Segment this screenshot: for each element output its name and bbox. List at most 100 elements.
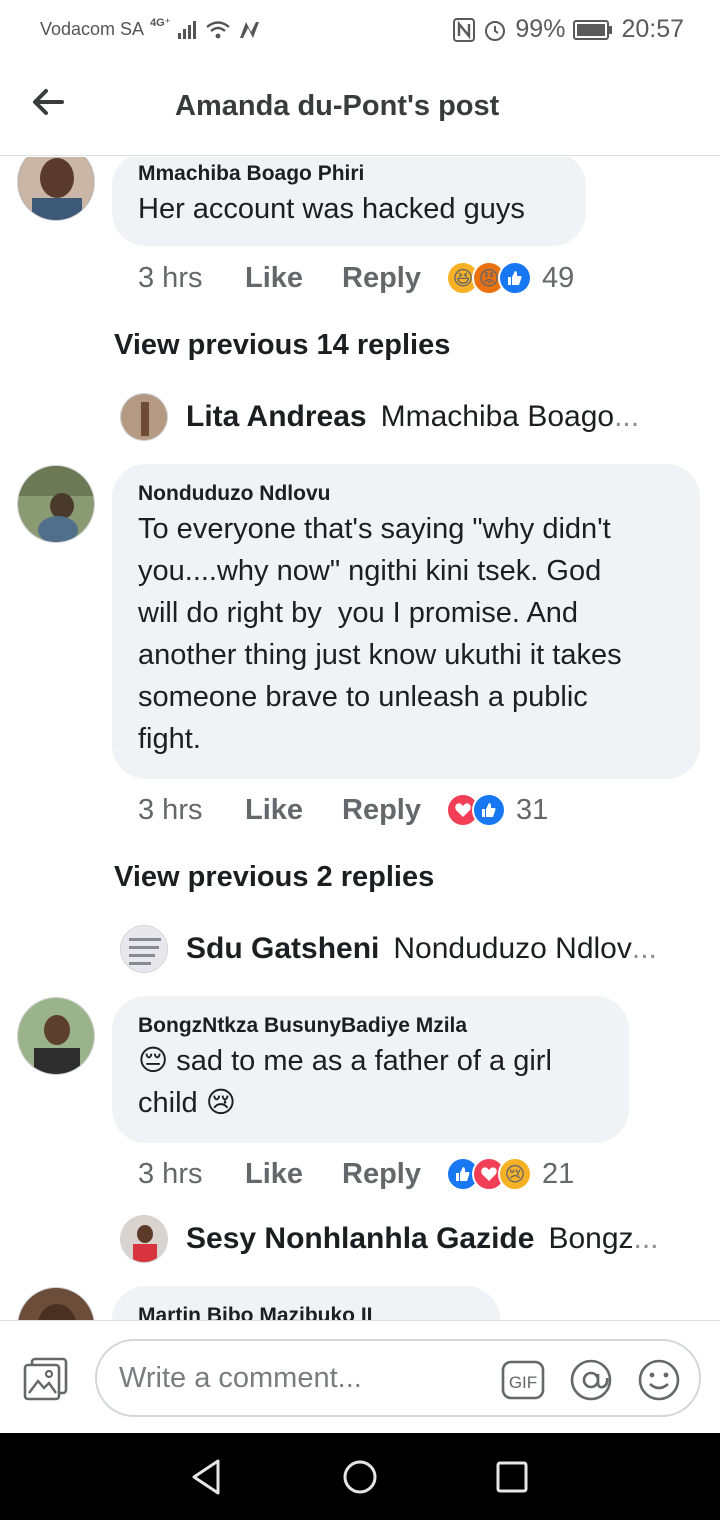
comment-placeholder: Write a comment... (119, 1362, 362, 1394)
avatar[interactable] (17, 1287, 95, 1320)
comments-feed[interactable]: Mmachiba Boago Phiri Her account was hac… (0, 157, 720, 1320)
alarm-icon (485, 20, 506, 41)
comment-time: 3 hrs (138, 793, 203, 826)
photo-icon[interactable] (22, 1355, 70, 1403)
status-bar: Vodacom SA 4G⁺ 99% 20:57 (0, 0, 720, 60)
comment-text-line: will do right by you I promise. And (138, 597, 579, 629)
comment-actions: 3 hrs Like Reply 31 (138, 793, 548, 827)
status-left: Vodacom SA 4G⁺ (40, 17, 261, 40)
avatar-photo-icon (18, 466, 94, 542)
reply-button[interactable]: Reply (342, 262, 446, 295)
avatar[interactable] (17, 465, 95, 543)
reply-author[interactable]: Sdu Gatsheni (186, 932, 379, 966)
latest-reply-preview[interactable]: Lita Andreas Mmachiba Boago ... (120, 393, 639, 441)
comment-text-line: fight. (138, 723, 201, 755)
avatar[interactable] (17, 997, 95, 1075)
reply-button[interactable]: Reply (342, 794, 446, 827)
avatar-photo-icon (121, 394, 167, 440)
reaction-count: 49 (542, 261, 575, 294)
back-arrow-icon[interactable] (28, 82, 68, 122)
reply-author[interactable]: Sesy Nonhlanhla Gazide (186, 1222, 534, 1256)
comment-author[interactable]: Nonduduzo Ndlovu (138, 482, 674, 506)
comment-author[interactable]: Martin Bibo Mazibuko II (138, 1304, 474, 1320)
comment-text: 😔 sad to me as a father of a girl child … (138, 1040, 603, 1124)
avatar (120, 925, 168, 973)
recents-nav-icon[interactable] (490, 1455, 534, 1499)
comment-bubble[interactable]: Mmachiba Boago Phiri Her account was hac… (112, 157, 586, 246)
comment-author[interactable]: BongzNtkza BusunyBadiye Mzila (138, 1014, 603, 1038)
avatar-photo-icon (121, 926, 167, 972)
nfc-icon (453, 17, 476, 42)
comment-text-line: you....why now" ngithi kini tsek. God (138, 555, 602, 587)
avatar (120, 393, 168, 441)
comment-text: Her account was hacked guys (138, 193, 525, 225)
clock: 20:57 (621, 15, 684, 43)
sad-reaction-icon: 😢 (498, 1157, 532, 1191)
wifi-icon (205, 20, 230, 38)
avatar-photo-icon (121, 1216, 167, 1262)
reply-text: Nonduduzo Ndlov (393, 932, 632, 965)
avatar-photo-icon (18, 1288, 94, 1320)
like-reaction-icon (472, 793, 506, 827)
status-right: 99% 20:57 (453, 15, 684, 44)
battery-icon (573, 19, 613, 40)
pensive-emoji: 😔 (138, 1045, 169, 1077)
comment-text-line: child 😢 (138, 1082, 603, 1124)
mention-icon[interactable] (569, 1358, 613, 1402)
comment-actions: 3 hrs Like Reply 😢 21 (138, 1157, 574, 1191)
latest-reply-preview[interactable]: Sdu Gatsheni Nonduduzo Ndlov ... (120, 925, 657, 973)
reactions-summary[interactable]: 31 (446, 793, 548, 827)
like-button[interactable]: Like (245, 1158, 342, 1191)
back-nav-icon[interactable] (186, 1455, 230, 1499)
gif-icon[interactable]: GIF (501, 1358, 545, 1402)
comment-text-line: another thing just know ukuthi it takes (138, 639, 622, 671)
comment-author[interactable]: Mmachiba Boago Phiri (138, 162, 560, 186)
comment-time: 3 hrs (138, 1157, 203, 1190)
reply-ellipsis: ... (633, 1222, 659, 1255)
comment-text: To everyone that's saying "why didn't yo… (138, 508, 674, 760)
avatar[interactable] (17, 157, 95, 221)
gif-label: GIF (509, 1373, 537, 1392)
carrier-label: Vodacom SA (40, 19, 145, 39)
battery-percent: 99% (515, 15, 566, 43)
comment-actions: 3 hrs Like Reply 😆 😡 49 (138, 261, 574, 295)
comment-composer: Write a comment... GIF (0, 1320, 720, 1433)
avatar (120, 1215, 168, 1263)
comment-bubble[interactable]: Martin Bibo Mazibuko II (112, 1286, 500, 1320)
reply-text: Bongz (548, 1222, 634, 1255)
post-header: Amanda du-Pont's post (0, 60, 720, 156)
view-previous-replies-link[interactable]: View previous 2 replies (114, 861, 434, 894)
emoji-icon[interactable] (637, 1358, 681, 1402)
reply-ellipsis: ... (631, 932, 657, 965)
signal-icon (177, 20, 196, 39)
reply-text: Mmachiba Boago (380, 400, 615, 433)
reaction-count: 31 (516, 793, 549, 826)
comment-bubble[interactable]: Nonduduzo Ndlovu To everyone that's sayi… (112, 464, 700, 779)
like-reaction-icon (498, 261, 532, 295)
comment-time: 3 hrs (138, 261, 203, 294)
like-button[interactable]: Like (245, 794, 342, 827)
home-nav-icon[interactable] (338, 1455, 382, 1499)
reply-button[interactable]: Reply (342, 1158, 446, 1191)
reply-ellipsis: ... (614, 400, 640, 433)
reactions-summary[interactable]: 😢 21 (446, 1157, 574, 1191)
like-button[interactable]: Like (245, 262, 342, 295)
network-type-label: 4G⁺ (150, 17, 171, 29)
comment-bubble[interactable]: BongzNtkza BusunyBadiye Mzila 😔 sad to m… (112, 996, 629, 1143)
latest-reply-preview[interactable]: Sesy Nonhlanhla Gazide Bongz ... (120, 1215, 659, 1263)
avatar-photo-icon (18, 998, 94, 1074)
comment-text-fragment: sad to me as a father of a girl (176, 1045, 552, 1077)
comment-text-fragment: child (138, 1087, 198, 1119)
comment-text-line: someone brave to unleash a public (138, 681, 588, 713)
comment-text-line: To everyone that's saying "why didn't (138, 513, 611, 545)
app-notification-icon (239, 21, 259, 38)
reactions-summary[interactable]: 😆 😡 49 (446, 261, 574, 295)
reply-author[interactable]: Lita Andreas (186, 400, 367, 434)
reaction-count: 21 (542, 1157, 575, 1190)
comment-text-line: 😔 sad to me as a father of a girl (138, 1040, 603, 1082)
view-previous-replies-link[interactable]: View previous 14 replies (114, 329, 450, 362)
comment-input[interactable]: Write a comment... GIF (95, 1339, 701, 1417)
crying-emoji: 😢 (205, 1087, 236, 1119)
system-nav-bar (0, 1433, 720, 1520)
avatar-photo-icon (18, 157, 94, 220)
